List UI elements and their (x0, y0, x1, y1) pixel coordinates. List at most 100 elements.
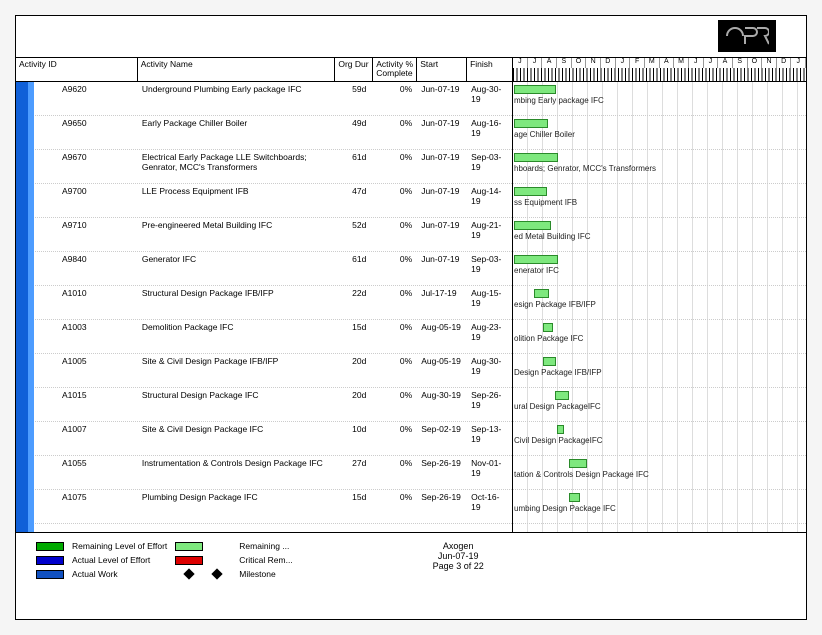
cell-finish: Sep-03-19 (467, 150, 512, 183)
cell-id: A9840 (16, 252, 138, 285)
legend-label: Actual Level of Effort (72, 555, 167, 565)
company-logo (718, 20, 776, 52)
month-cell: J (528, 58, 543, 68)
swatch-remaining-loe (36, 542, 64, 551)
table-row: A9700LLE Process Equipment IFB47d0%Jun-0… (16, 184, 512, 218)
cell-start: Jun-07-19 (417, 218, 467, 251)
cell-dur: 61d (335, 150, 373, 183)
gantt-bar-label: ural Design PackageIFC (514, 402, 601, 411)
cell-pct: 0% (373, 116, 417, 149)
month-cell: J (704, 58, 719, 68)
gantt-bar-label: Design Package IFB/IFP (514, 368, 602, 377)
gantt-bar (557, 425, 564, 434)
cell-name: Early Package Chiller Boiler (138, 116, 336, 149)
page-number: Page 3 of 22 (433, 561, 484, 571)
table-row: A1007Site & Civil Design Package IFC10d0… (16, 422, 512, 456)
month-cell: J (791, 58, 806, 68)
cell-start: Aug-05-19 (417, 354, 467, 387)
gantt-row: ural Design PackageIFC (513, 388, 806, 422)
gantt-row: tation & Controls Design Package IFC (513, 456, 806, 490)
cell-name: Plumbing Design Package IFC (138, 490, 336, 523)
gantt-bar-label: olition Package IFC (514, 334, 583, 343)
cell-dur: 15d (335, 320, 373, 353)
cell-id: A1005 (16, 354, 138, 387)
gantt-bar-label: esign Package IFB/IFP (514, 300, 596, 309)
gantt-bar (543, 323, 553, 332)
cell-dur: 27d (335, 456, 373, 489)
cell-id: A1055 (16, 456, 138, 489)
gantt-bar-label: mbing Early package IFC (514, 96, 604, 105)
month-cell: D (777, 58, 792, 68)
cell-finish: Sep-03-19 (467, 252, 512, 285)
table-row: A9710Pre-engineered Metal Building IFC52… (16, 218, 512, 252)
column-headers: Activity ID Activity Name Org Dur Activi… (16, 58, 512, 82)
cell-name: Instrumentation & Controls Design Packag… (138, 456, 336, 489)
cell-id: A9710 (16, 218, 138, 251)
cell-name: Structural Design Package IFC (138, 388, 336, 421)
month-cell: A (660, 58, 675, 68)
cell-id: A1015 (16, 388, 138, 421)
project-name: Axogen (433, 541, 484, 551)
gantt-bar-label: Civil Design PackageIFC (514, 436, 602, 445)
month-cell: M (674, 58, 689, 68)
cell-start: Jul-17-19 (417, 286, 467, 319)
month-cell: N (762, 58, 777, 68)
gantt-bar (534, 289, 549, 298)
cell-dur: 15d (335, 490, 373, 523)
cell-id: A1075 (16, 490, 138, 523)
gantt-row: olition Package IFC (513, 320, 806, 354)
cell-pct: 0% (373, 490, 417, 523)
cell-id: A1010 (16, 286, 138, 319)
cell-pct: 0% (373, 456, 417, 489)
legend: Remaining Level of Effort Remaining ... … (36, 541, 293, 579)
cell-start: Jun-07-19 (417, 150, 467, 183)
header-start: Start (417, 58, 467, 81)
report-date: Jun-07-19 (433, 551, 484, 561)
page-header (16, 16, 806, 58)
month-cell: D (601, 58, 616, 68)
table-row: A1075Plumbing Design Package IFC15d0%Sep… (16, 490, 512, 524)
gantt-bar (514, 85, 556, 94)
header-org-dur: Org Dur (335, 58, 373, 81)
cell-dur: 10d (335, 422, 373, 455)
cell-pct: 0% (373, 150, 417, 183)
timeline-header: JJASONDJFMAMJJASONDJ (513, 58, 806, 82)
cell-pct: 0% (373, 320, 417, 353)
legend-label: Critical Rem... (239, 555, 292, 565)
cell-name: Site & Civil Design Package IFC (138, 422, 336, 455)
report-page: Activity ID Activity Name Org Dur Activi… (15, 15, 807, 620)
legend-label: Actual Work (72, 569, 167, 579)
main-content: Activity ID Activity Name Org Dur Activi… (16, 58, 806, 533)
legend-label: Remaining Level of Effort (72, 541, 167, 551)
cell-id: A1007 (16, 422, 138, 455)
gantt-bar (514, 119, 548, 128)
cell-id: A9670 (16, 150, 138, 183)
cell-pct: 0% (373, 286, 417, 319)
cell-dur: 47d (335, 184, 373, 217)
gantt-bar-label: hboards; Genrator, MCC's Transformers (514, 164, 656, 173)
cell-id: A9700 (16, 184, 138, 217)
month-cell: O (572, 58, 587, 68)
gantt-chart: JJASONDJFMAMJJASONDJ mbing Early package… (513, 58, 806, 532)
cell-dur: 61d (335, 252, 373, 285)
month-cell: J (513, 58, 528, 68)
gantt-bar (543, 357, 556, 366)
cell-name: Site & Civil Design Package IFB/IFP (138, 354, 336, 387)
header-activity-pct: Activity % Complete (373, 58, 417, 81)
month-cell: M (645, 58, 660, 68)
swatch-actual-work (36, 570, 64, 579)
cell-finish: Aug-30-19 (467, 354, 512, 387)
cell-pct: 0% (373, 82, 417, 115)
table-row: A9650Early Package Chiller Boiler49d0%Ju… (16, 116, 512, 150)
month-cell: A (718, 58, 733, 68)
cell-start: Aug-30-19 (417, 388, 467, 421)
gantt-row: enerator IFC (513, 252, 806, 286)
month-cell: S (733, 58, 748, 68)
cell-pct: 0% (373, 388, 417, 421)
cell-start: Jun-07-19 (417, 184, 467, 217)
cell-pct: 0% (373, 354, 417, 387)
cell-dur: 49d (335, 116, 373, 149)
milestone-icon (184, 568, 195, 579)
month-cell: S (557, 58, 572, 68)
legend-label: Remaining ... (239, 541, 292, 551)
